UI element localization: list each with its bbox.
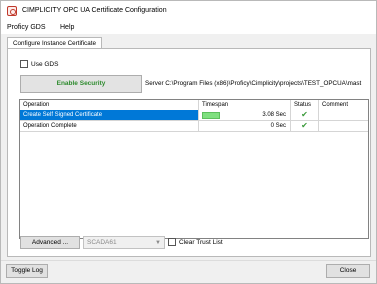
progress-bar — [202, 112, 220, 119]
cell-comment — [319, 121, 368, 132]
clear-trust-list-checkbox[interactable] — [168, 238, 176, 246]
server-path-text: Server C:\Program Files (x86)\Proficy\Ci… — [145, 80, 362, 87]
footer-divider — [1, 260, 376, 261]
chevron-down-icon: ▼ — [155, 240, 161, 246]
toggle-log-button[interactable]: Toggle Log — [6, 264, 48, 278]
column-header-status[interactable]: Status — [291, 100, 319, 110]
cell-status: ✔ — [291, 110, 319, 121]
cell-timespan: 3.08 Sec — [199, 110, 291, 121]
clear-trust-list-label: Clear Trust List — [179, 239, 223, 246]
check-icon: ✔ — [301, 110, 308, 119]
use-gds-label: Use GDS — [31, 61, 59, 68]
column-header-timespan[interactable]: Timespan — [199, 100, 291, 110]
table-row[interactable]: Operation Complete 0 Sec ✔ — [20, 121, 368, 132]
grid-header: Operation Timespan Status Comment — [20, 100, 368, 110]
menu-bar: Proficy GDS Help — [1, 21, 376, 34]
scada-select[interactable]: SCADA61 ▼ — [83, 236, 165, 249]
advanced-button[interactable]: Advanced ... — [20, 236, 80, 249]
cell-operation: Create Self Signed Certificate — [20, 110, 199, 121]
app-icon — [7, 6, 17, 16]
cell-timespan: 0 Sec — [199, 121, 291, 132]
operations-grid: Operation Timespan Status Comment Create… — [19, 99, 369, 239]
table-row[interactable]: Create Self Signed Certificate 3.08 Sec … — [20, 110, 368, 121]
column-header-comment[interactable]: Comment — [319, 100, 368, 110]
title-bar: CIMPLICITY OPC UA Certificate Configurat… — [1, 1, 376, 21]
cell-comment — [319, 110, 368, 121]
menu-help[interactable]: Help — [60, 24, 74, 31]
use-gds-checkbox[interactable] — [20, 60, 28, 68]
scada-select-value: SCADA61 — [87, 239, 117, 246]
check-icon: ✔ — [301, 121, 308, 130]
menu-proficy-gds[interactable]: Proficy GDS — [7, 24, 46, 31]
tab-panel: Use GDS Enable Security Server C:\Progra… — [7, 48, 371, 257]
window-title: CIMPLICITY OPC UA Certificate Configurat… — [22, 7, 167, 14]
enable-security-button[interactable]: Enable Security — [20, 75, 142, 93]
cell-operation: Operation Complete — [20, 121, 199, 132]
timespan-value: 3.08 Sec — [262, 112, 286, 118]
app-window: CIMPLICITY OPC UA Certificate Configurat… — [0, 0, 377, 284]
cell-status: ✔ — [291, 121, 319, 132]
timespan-value: 0 Sec — [270, 123, 286, 129]
column-header-operation[interactable]: Operation — [20, 100, 199, 110]
close-button[interactable]: Close — [326, 264, 370, 278]
